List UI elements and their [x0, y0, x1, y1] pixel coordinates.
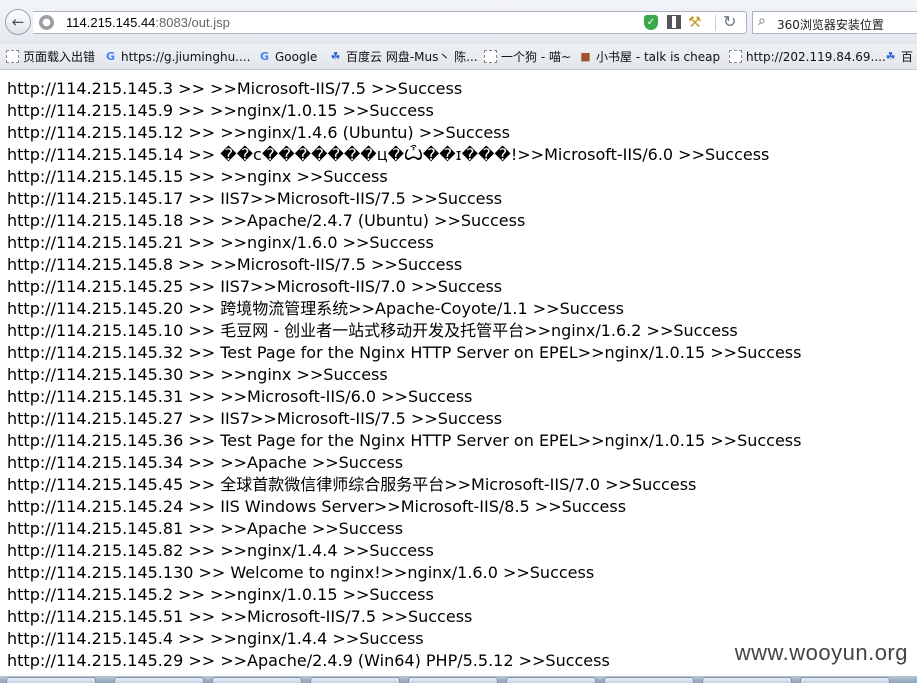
bookmark-item[interactable]: 页面载入出错	[6, 47, 95, 66]
result-line: http://114.215.145.21 >> >>nginx/1.6.0 >…	[7, 233, 434, 252]
back-arrow-icon[interactable]: ←	[5, 9, 31, 35]
result-line: http://114.215.145.25 >> IIS7>>Microsoft…	[7, 277, 503, 296]
result-line: http://114.215.145.18 >> >>Apache/2.4.7 …	[7, 211, 526, 230]
result-line: http://114.215.145.27 >> IIS7>>Microsoft…	[7, 409, 503, 428]
result-line: http://114.215.145.14 >> ��c�������ц�Ѽ��…	[7, 145, 770, 164]
result-line: http://114.215.145.82 >> >>nginx/1.4.4 >…	[7, 541, 434, 560]
taskbar-tab[interactable]	[800, 677, 890, 683]
bookmark-label: 百度云 网盘-Mus丶 陈...	[346, 50, 478, 64]
result-line: http://114.215.145.20 >> 跨境物流管理系统>>Apach…	[7, 299, 624, 318]
bookmark-item[interactable]: http://202.119.84.69....	[729, 47, 886, 66]
search-bar[interactable]: ⌕ 360浏览器安装位置	[752, 11, 917, 34]
result-line: http://114.215.145.130 >> Welcome to ngi…	[7, 563, 595, 582]
result-line: http://114.215.145.34 >> >>Apache >>Succ…	[7, 453, 404, 472]
taskbar-tab[interactable]	[408, 677, 498, 683]
qr-code-icon[interactable]	[667, 15, 681, 29]
page-content: http://114.215.145.3 >> >>Microsoft-IIS/…	[0, 78, 917, 674]
taskbar-tab[interactable]	[702, 677, 792, 683]
result-line: http://114.215.145.51 >> >>Microsoft-IIS…	[7, 607, 473, 626]
search-icon: ⌕	[758, 13, 766, 29]
bookmark-item[interactable]: ■ 小书屋 - talk is cheap	[579, 47, 720, 66]
result-line: http://114.215.145.30 >> >>nginx >>Succe…	[7, 365, 388, 384]
url-host: 114.215.145.44	[66, 15, 156, 30]
bookmark-label: Google	[275, 49, 318, 64]
result-line: http://114.215.145.2 >> >>nginx/1.0.15 >…	[7, 585, 434, 604]
result-line: http://114.215.145.29 >> >>Apache/2.4.9 …	[7, 651, 610, 670]
result-line: http://114.215.145.45 >> 全球首款微信律师综合服务平台>…	[7, 475, 697, 494]
watermark: www.wooyun.org	[734, 640, 908, 665]
result-line: http://114.215.145.3 >> >>Microsoft-IIS/…	[7, 79, 463, 98]
divider	[715, 15, 716, 31]
bookmark-item[interactable]: 一个狗 - 喵~	[484, 47, 571, 66]
bookmark-item[interactable]: Ghttps://g.jiuminghu....	[104, 47, 250, 66]
bookmark-label: 百	[901, 50, 914, 64]
bookmark-label: 一个狗 - 喵~	[501, 50, 572, 64]
result-line: http://114.215.145.4 >> >>nginx/1.4.4 >>…	[7, 629, 424, 648]
baidu-paw-icon: ☘	[330, 50, 341, 63]
google-g-icon: G	[259, 50, 270, 63]
result-line: http://114.215.145.12 >> >>nginx/1.4.6 (…	[7, 123, 510, 142]
bookmark-item[interactable]: ☘ 百	[884, 47, 913, 66]
bookmark-label: https://g.jiuminghu....	[121, 49, 251, 64]
result-line: http://114.215.145.8 >> >>Microsoft-IIS/…	[7, 255, 463, 274]
taskbar-tab[interactable]	[310, 677, 400, 683]
baidu-paw-icon: ☘	[885, 50, 896, 63]
bookmark-label: 页面载入出错	[23, 50, 96, 64]
taskbar-tab[interactable]	[114, 677, 204, 683]
page-icon	[6, 50, 19, 63]
search-input[interactable]: 360浏览器安装位置	[777, 16, 884, 33]
google-g-icon: G	[105, 50, 116, 63]
result-line: http://114.215.145.31 >> >>Microsoft-IIS…	[7, 387, 473, 406]
result-line: http://114.215.145.10 >> 毛豆网 - 创业者一站式移动开…	[7, 321, 738, 340]
result-line: http://114.215.145.32 >> Test Page for t…	[7, 343, 802, 362]
broom-icon[interactable]: ⚒	[688, 13, 701, 31]
taskbar-tab[interactable]	[6, 677, 96, 683]
security-shield-icon[interactable]: ✓	[644, 15, 658, 30]
page-icon	[729, 50, 742, 63]
address-text[interactable]: 114.215.145.44:8083/out.jsp	[66, 15, 230, 30]
result-line: http://114.215.145.36 >> Test Page for t…	[7, 431, 802, 450]
bookmark-item[interactable]: ☘ 百度云 网盘-Mus丶 陈...	[329, 47, 478, 66]
result-line: http://114.215.145.81 >> >>Apache >>Succ…	[7, 519, 404, 538]
result-line: http://114.215.145.17 >> IIS7>>Microsoft…	[7, 189, 503, 208]
globe-icon: ●	[39, 15, 54, 30]
taskbar-tab[interactable]	[506, 677, 596, 683]
book-icon: ■	[580, 50, 591, 63]
bookmarks-bar: 页面载入出错 Ghttps://g.jiuminghu.... G Google ☘ 百度…	[0, 44, 917, 70]
page-icon	[484, 50, 497, 63]
result-line: http://114.215.145.24 >> IIS Windows Ser…	[7, 497, 627, 516]
result-line: http://114.215.145.9 >> >>nginx/1.0.15 >…	[7, 101, 434, 120]
taskbar-tab[interactable]	[212, 677, 302, 683]
taskbar-tab[interactable]	[604, 677, 694, 683]
bookmark-item[interactable]: G Google	[258, 47, 317, 66]
reload-icon[interactable]: ↻	[723, 12, 736, 31]
browser-toolbar: ← ● 114.215.145.44:8083/out.jsp ✓ ⚒ ↻ ⌕ …	[0, 0, 917, 44]
bookmark-label: 小书屋 - talk is cheap	[596, 50, 721, 64]
result-line: http://114.215.145.15 >> >>nginx >>Succe…	[7, 167, 388, 186]
address-bar[interactable]: ● 114.215.145.44:8083/out.jsp ✓ ⚒ ↻	[33, 11, 747, 34]
bookmark-label: http://202.119.84.69....	[746, 49, 886, 64]
url-path: :8083/out.jsp	[155, 15, 230, 30]
